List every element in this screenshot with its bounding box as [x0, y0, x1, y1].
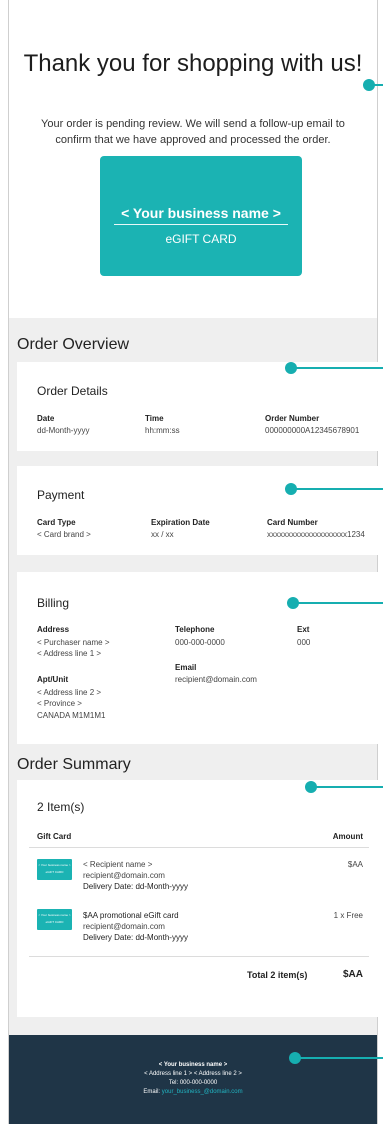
egift-card-thumbnail: < Your business name > eGIFT CARD	[37, 909, 72, 930]
annotation-line	[316, 786, 383, 788]
footer: < Your business name > < Address line 1 …	[9, 1035, 377, 1124]
address-label: Address	[37, 625, 70, 634]
footer-address: < Address line 1 > < Address line 2 >	[144, 1071, 242, 1077]
total-divider	[29, 956, 369, 957]
card-label: eGIFT CARD	[165, 232, 237, 246]
apt-unit-label: Apt/Unit	[37, 675, 69, 684]
annotation-line	[374, 84, 383, 86]
total-value: $AA	[342, 969, 363, 980]
thumbnail-business: < Your business name >	[38, 863, 71, 867]
egift-card-image: < Your business name > eGIFT CARD	[100, 156, 302, 276]
recipient-email: recipient@domain.com	[83, 871, 165, 880]
address-line-1: < Address line 1 >	[37, 649, 102, 658]
date-value: dd-Month-yyyy	[37, 426, 90, 435]
footer-email-label: Email:	[143, 1089, 162, 1095]
annotation-line	[300, 1057, 383, 1059]
header-divider	[29, 847, 369, 848]
thumbnail-label: eGIFT CARD	[45, 920, 64, 924]
time-label: Time	[145, 414, 164, 423]
thumbnail-label: eGIFT CARD	[45, 870, 64, 874]
footer-business-name: < Your business name >	[158, 1062, 228, 1068]
annotation-line	[296, 367, 383, 369]
telephone-value: 000-000-0000	[175, 638, 225, 647]
item-amount: 1 x Free	[333, 911, 363, 920]
order-summary-panel: 2 Item(s) Gift Card Amount < Your busine…	[17, 780, 381, 1017]
order-details-panel: Order Details Date dd-Month-yyyy Time hh…	[17, 362, 381, 451]
card-type-value: < Card brand >	[37, 530, 91, 539]
card-number-value: xxxxxxxxxxxxxxxxxxxx1234	[267, 530, 365, 539]
footer-email-link[interactable]: your_business_@domain.com	[162, 1089, 243, 1095]
province: < Province >	[37, 699, 82, 708]
pending-review-message: Your order is pending review. We will se…	[41, 118, 345, 146]
card-type-label: Card Type	[37, 518, 76, 527]
order-number-label: Order Number	[265, 414, 320, 423]
billing-title: Billing	[37, 596, 70, 610]
delivery-date-label: Delivery Date:	[83, 882, 134, 891]
billing-panel: Billing Address < Purchaser name > < Add…	[17, 572, 381, 744]
time-value: hh:mm:ss	[145, 426, 180, 435]
footer-telephone: Tel: 000-000-0000	[168, 1080, 218, 1086]
order-number-value: 000000000A12345678901	[265, 426, 360, 435]
card-business-name: < Your business name >	[121, 205, 281, 221]
total-label: Total 2 item(s)	[247, 970, 308, 980]
expiration-value: xx / xx	[151, 530, 174, 539]
card-number-label: Card Number	[267, 518, 318, 527]
recipient-email: recipient@domain.com	[83, 922, 165, 931]
email-frame: Thank you for shopping with us! Your ord…	[8, 0, 381, 1124]
delivery-date-value: dd-Month-yyyy	[135, 933, 188, 942]
delivery-date-value: dd-Month-yyyy	[135, 882, 188, 891]
promo-card-name: $AA promotional eGift card	[83, 911, 179, 920]
gift-card-column-header: Gift Card	[37, 832, 72, 841]
footer-email: Email: your_business_@domain.com	[9, 1088, 377, 1097]
egift-card-thumbnail: < Your business name > eGIFT CARD	[37, 859, 72, 880]
email-value: recipient@domain.com	[175, 675, 257, 684]
thumbnail-business: < Your business name >	[38, 913, 71, 917]
date-label: Date	[37, 414, 55, 423]
amount-column-header: Amount	[332, 832, 363, 841]
country-postal: CANADA M1M1M1	[37, 711, 106, 720]
item-amount: $AA	[347, 860, 363, 869]
telephone-label: Telephone	[175, 625, 215, 634]
card-divider	[114, 224, 288, 225]
payment-panel: Payment Card Type < Card brand > Expirat…	[17, 466, 381, 555]
purchaser-name: < Purchaser name >	[37, 638, 110, 647]
recipient-name: < Recipient name >	[83, 860, 153, 869]
delivery-date-label: Delivery Date:	[83, 933, 134, 942]
order-summary-heading: Order Summary	[17, 756, 131, 773]
order-overview-heading: Order Overview	[17, 336, 130, 353]
address-line-2: < Address line 2 >	[37, 688, 102, 697]
delivery-date: Delivery Date: dd-Month-yyyy	[83, 881, 188, 892]
ext-label: Ext	[297, 625, 310, 634]
annotation-line	[298, 602, 383, 604]
ext-value: 000	[297, 638, 311, 647]
payment-title: Payment	[37, 488, 85, 502]
delivery-date: Delivery Date: dd-Month-yyyy	[83, 932, 188, 943]
expiration-label: Expiration Date	[151, 518, 210, 527]
email-label: Email	[175, 663, 197, 672]
page-title: Thank you for shopping with us!	[23, 50, 363, 77]
order-details-title: Order Details	[37, 384, 108, 398]
item-count: 2 Item(s)	[37, 800, 85, 814]
annotation-line	[296, 488, 383, 490]
